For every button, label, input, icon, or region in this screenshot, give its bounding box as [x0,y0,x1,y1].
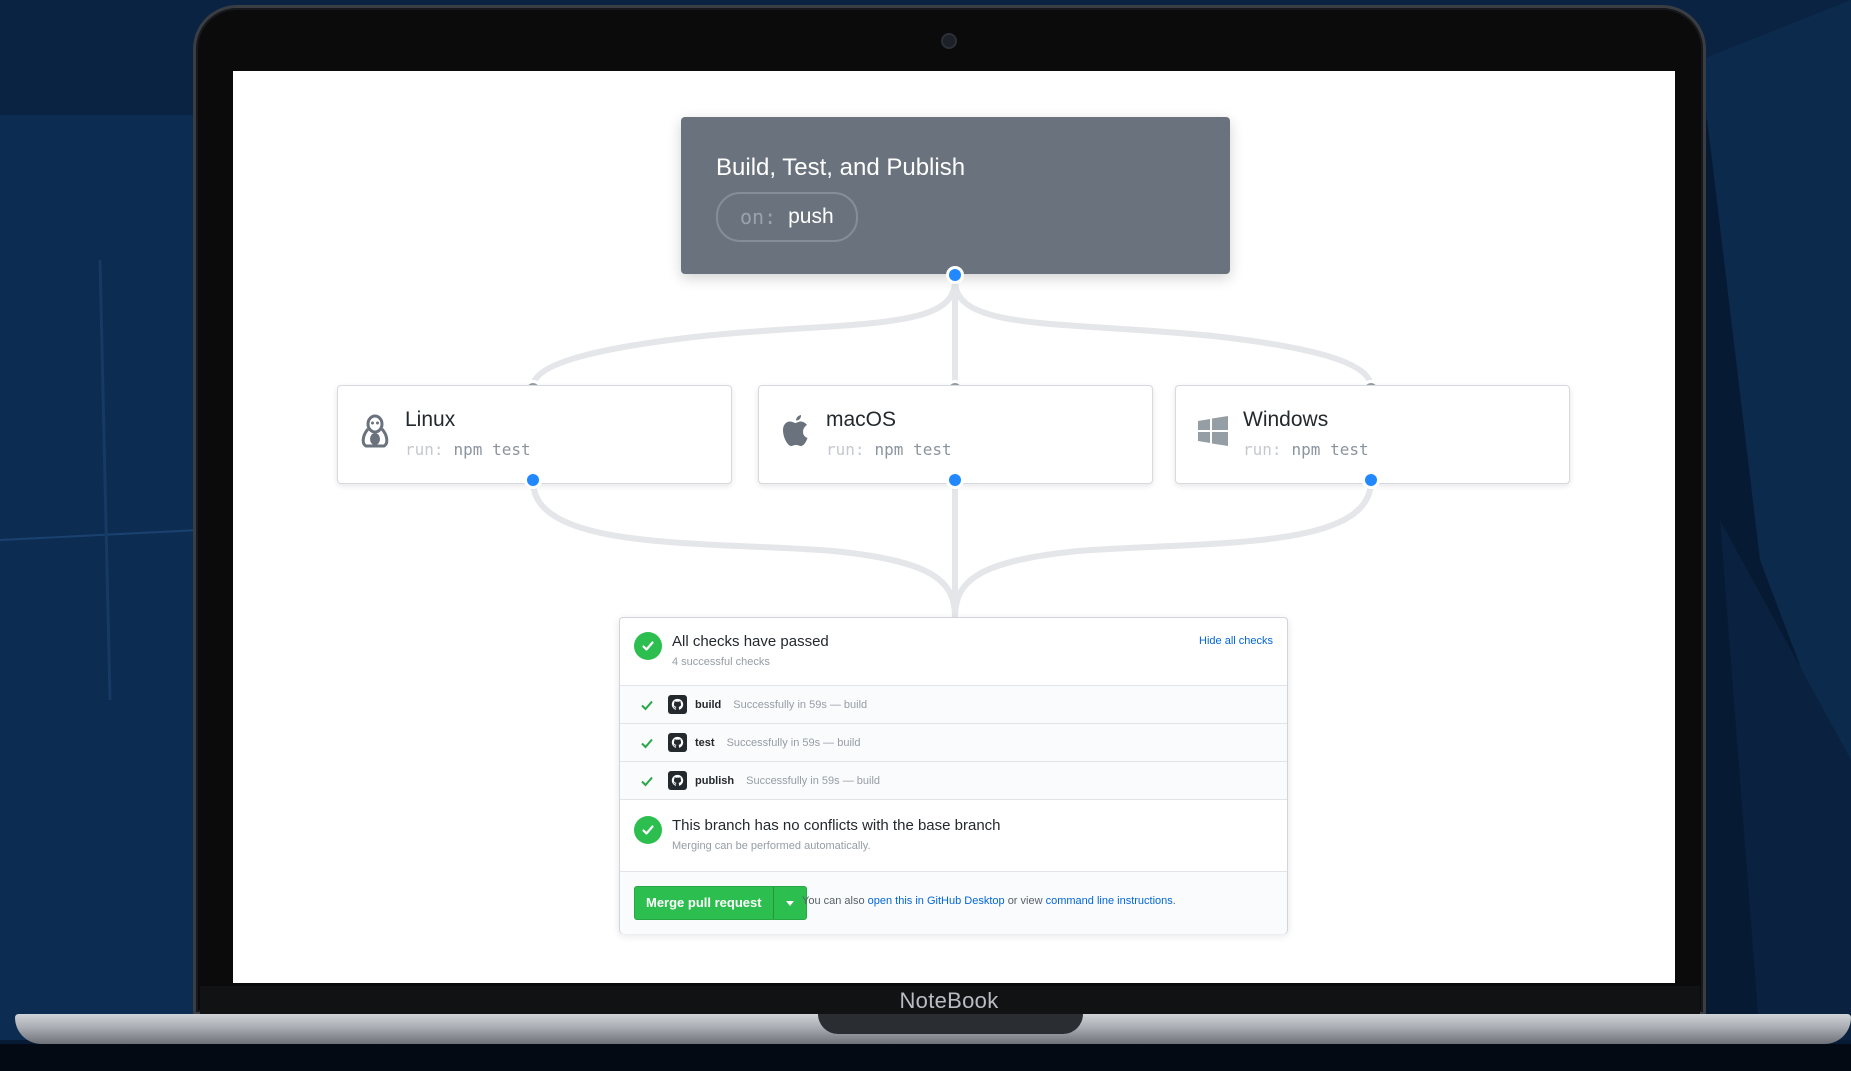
merge-method-dropdown[interactable] [772,887,806,919]
no-conflicts-icon [634,816,662,844]
camera-icon [941,33,957,49]
merge-checks-panel: All checks have passed 4 successful chec… [619,617,1288,934]
brand-label: NoteBook [899,988,999,1013]
checks-title: All checks have passed [672,633,829,650]
merge-pull-request-button[interactable]: Merge pull request [635,887,773,919]
branch-status-subtitle: Merging can be performed automatically. [672,840,871,852]
check-name: test [695,736,715,749]
merge-pull-request-button-group: Merge pull request [634,886,807,920]
merge-hint-prefix: You can also [802,895,865,907]
laptop-screen: Build, Test, and Publish on: push Linux … [233,71,1675,983]
merge-hint: You can also open this in GitHub Desktop… [802,895,1176,907]
command-line-instructions-link[interactable]: command line instructions [1046,895,1173,907]
hide-all-checks-link[interactable]: Hide all checks [1199,635,1273,647]
check-description: Successfully in 59s — build [746,774,881,787]
merge-area: Merge pull request You can also open thi… [620,871,1287,934]
laptop-shadow [0,1044,1851,1071]
branch-status-title: This branch has no conflicts with the ba… [672,817,1001,834]
caret-down-icon [785,900,794,906]
check-description: Successfully in 59s — build [733,698,868,711]
check-icon [641,776,653,786]
checks-passed-icon [634,632,662,660]
github-avatar-icon [668,771,687,790]
check-icon [641,700,653,710]
laptop-notch [818,1014,1083,1034]
merge-hint-suffix: . [1172,895,1176,907]
check-row-publish[interactable]: publish Successfully in 59s — build [620,761,1287,799]
open-in-desktop-link[interactable]: open this in GitHub Desktop [868,895,1005,907]
check-description: Successfully in 59s — build [726,736,861,749]
check-icon [641,738,653,748]
branch-status-section: This branch has no conflicts with the ba… [620,799,1287,872]
check-name: publish [695,774,735,787]
checks-subtitle: 4 successful checks [672,656,770,668]
check-row-test[interactable]: test Successfully in 59s — build [620,723,1287,761]
github-avatar-icon [668,733,687,752]
merge-hint-middle: or view [1007,895,1043,907]
check-name: build [695,698,722,711]
github-avatar-icon [668,695,687,714]
check-row-build[interactable]: build Successfully in 59s — build [620,685,1287,723]
